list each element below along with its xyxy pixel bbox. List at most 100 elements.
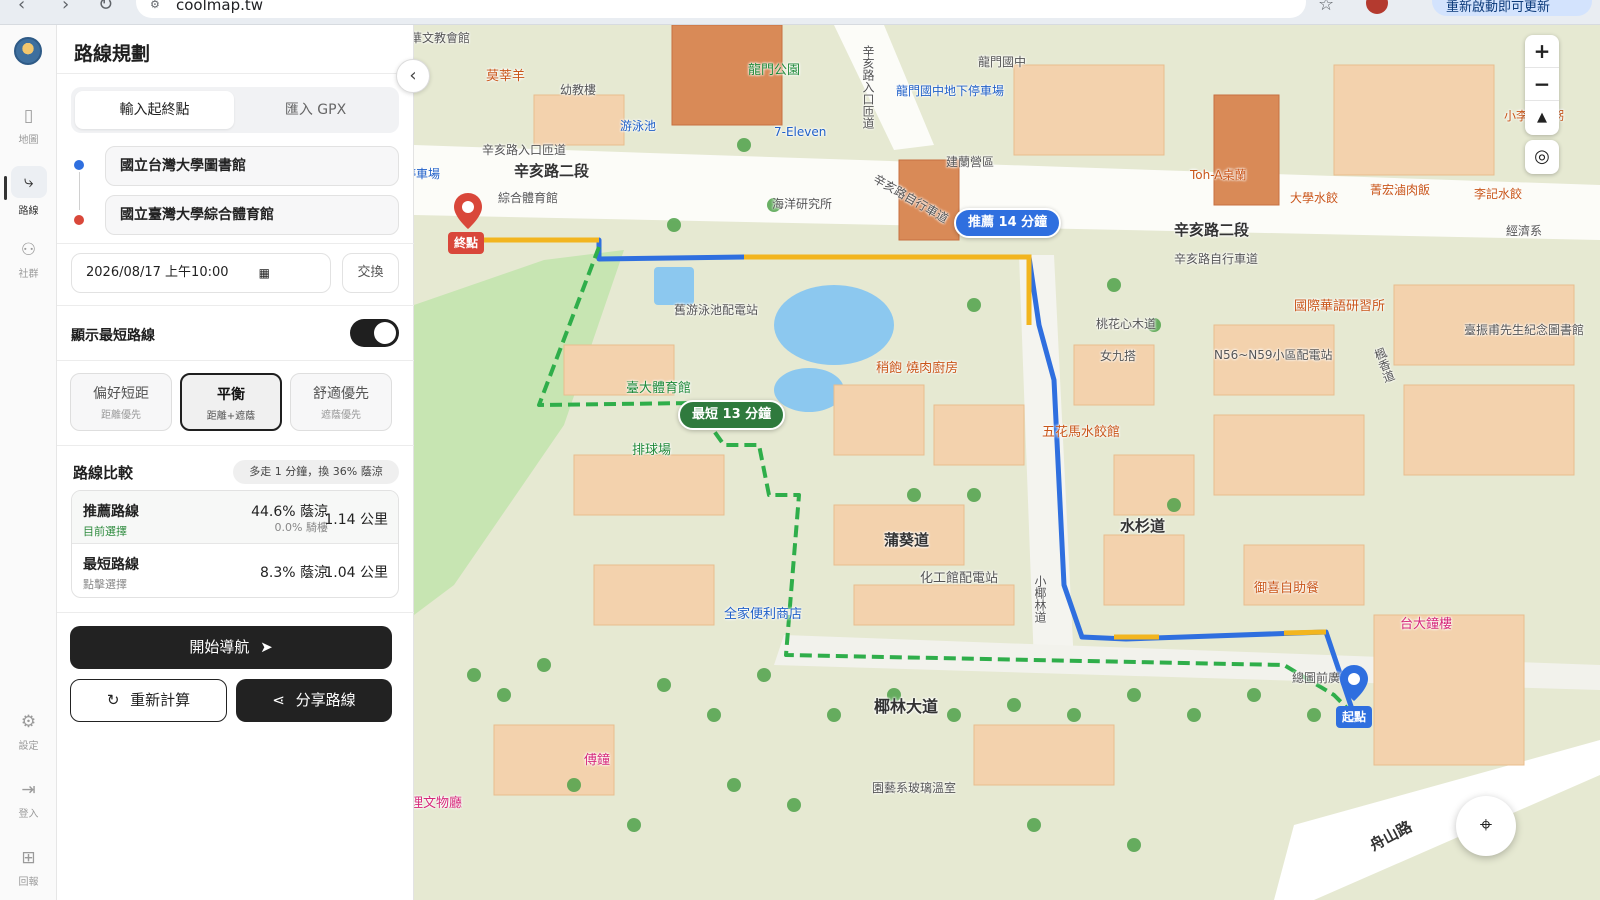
- poi-label[interactable]: 龍門國中: [978, 53, 1026, 70]
- poi-label[interactable]: 全家便利商店: [724, 603, 802, 622]
- app-logo[interactable]: [14, 37, 42, 65]
- compare-row-shortest[interactable]: 最短路線 點擊選擇 8.3% 蔭涼 1.04 公里: [72, 544, 398, 597]
- update-button[interactable]: 重新啟動即可更新: [1432, 0, 1592, 16]
- datetime-field[interactable]: 2026/08/17 上午10:00 ▦: [71, 253, 331, 293]
- rail-item-feedback[interactable]: ⊞ 回報: [0, 847, 57, 888]
- location-pin-button[interactable]: ⌖: [1456, 796, 1516, 856]
- poi-label[interactable]: N56~N59小區配電站: [1214, 346, 1333, 363]
- site-info-icon[interactable]: ⚙: [150, 0, 160, 11]
- poi-label[interactable]: 游泳池: [620, 117, 656, 134]
- map-canvas[interactable]: 華文教會館 莫莘羊 幼教樓 龍門公園 龍門國中 龍門國中地下停車場 辛亥路入口匝…: [414, 25, 1600, 900]
- rail-item-map[interactable]: ▯ 地圖: [0, 105, 57, 146]
- poi-label[interactable]: 傅鐘: [584, 749, 610, 768]
- connector-line: [79, 172, 80, 210]
- recommended-route-pill[interactable]: 推薦 14 分鐘: [954, 208, 1062, 238]
- divider: [57, 360, 414, 361]
- divider: [57, 73, 414, 74]
- origin-field[interactable]: 國立台灣大學圖書館: [105, 146, 399, 186]
- end-pin-icon[interactable]: [454, 193, 482, 229]
- shortest-route-toggle[interactable]: [350, 319, 399, 347]
- poi-label[interactable]: 五花馬水餃館: [1042, 421, 1120, 440]
- poi-label[interactable]: 綜合體育館: [498, 189, 558, 206]
- shortest-route-pill[interactable]: 最短 13 分鐘: [678, 400, 786, 430]
- poi-label[interactable]: 大學水餃: [1290, 189, 1338, 206]
- poi-label[interactable]: 化工館配電站: [920, 567, 998, 586]
- route-name: 推薦路線: [83, 504, 139, 520]
- building: [593, 564, 715, 626]
- poi-label[interactable]: 御喜自助餐: [1254, 577, 1319, 596]
- road-label: 小椰林道: [1033, 575, 1047, 623]
- poi-label[interactable]: Toh-A桌蘭: [1190, 166, 1247, 183]
- shortest-toggle-label: 顯示最短路線: [71, 328, 155, 344]
- address-bar[interactable]: ⚙ coolmap.tw: [136, 0, 1306, 18]
- start-navigation-button[interactable]: 開始導航 ➤: [70, 626, 392, 669]
- tab-import-gpx[interactable]: 匯入 GPX: [236, 91, 395, 129]
- road-label: 辛亥路二段: [514, 162, 590, 180]
- road-label: 辛亥路自行車道: [1174, 252, 1259, 266]
- poi-label[interactable]: 經濟系: [1506, 222, 1542, 239]
- mode-balanced[interactable]: 平衡 距離+遮蔭: [180, 373, 282, 431]
- rail-item-community[interactable]: ⚇ 社群: [0, 239, 57, 280]
- poi-label[interactable]: 女九搭: [1100, 347, 1136, 364]
- share-icon: ⋖: [272, 691, 285, 709]
- poi-label[interactable]: 台大鐘樓: [1400, 613, 1452, 632]
- poi-label[interactable]: 排球場: [632, 439, 671, 458]
- poi-label[interactable]: 菁宏滷肉飯: [1370, 181, 1430, 198]
- poi-label[interactable]: 7-Eleven: [774, 125, 826, 139]
- destination-dot: [74, 215, 84, 225]
- gear-icon: ⚙: [20, 712, 37, 732]
- swap-button[interactable]: 交換: [342, 253, 399, 293]
- poi-label[interactable]: 建蘭營區: [946, 153, 994, 170]
- poi-label[interactable]: 莫莘羊: [486, 65, 525, 84]
- poi-label[interactable]: 龍門公園: [748, 59, 800, 78]
- reload-icon[interactable]: ↻: [98, 0, 113, 15]
- poi-label[interactable]: 舊游泳池配電站: [674, 301, 758, 318]
- rail-item-settings[interactable]: ⚙ 設定: [0, 711, 57, 752]
- start-pin-icon[interactable]: [1340, 665, 1368, 701]
- poi-label[interactable]: 幼教樓: [560, 81, 596, 98]
- zoom-out-button[interactable]: −: [1525, 68, 1559, 101]
- profile-avatar[interactable]: [1366, 0, 1388, 14]
- poi-label[interactable]: 理文物廳: [414, 792, 462, 811]
- bookmark-star-icon[interactable]: ☆: [1318, 0, 1334, 15]
- poi-label[interactable]: 海洋研究所: [772, 195, 832, 212]
- poi-label[interactable]: 停車場: [414, 165, 440, 182]
- community-icon: ⚇: [20, 240, 37, 260]
- mode-short-distance[interactable]: 偏好短距 距離優先: [70, 373, 172, 431]
- poi-label[interactable]: 華文教會館: [414, 29, 470, 46]
- building: [1113, 454, 1195, 516]
- collapse-panel-button[interactable]: ‹: [396, 59, 430, 93]
- divider: [57, 305, 414, 306]
- share-route-button[interactable]: ⋖ 分享路線: [236, 679, 392, 722]
- browser-toolbar: ‹ › ↻ ⚙ coolmap.tw ☆ 重新啟動即可更新: [0, 0, 1600, 25]
- recalculate-button[interactable]: ↻ 重新計算: [70, 679, 227, 722]
- compare-table: 推薦路線 目前選擇 44.6% 蔭涼 0.0% 騎樓 1.14 公里 最短路線 …: [71, 490, 399, 598]
- compass-button[interactable]: ▲: [1525, 101, 1559, 134]
- poi-label[interactable]: 稍飽 燒肉廚房: [876, 357, 958, 376]
- rail-item-login[interactable]: ⇥ 登入: [0, 779, 57, 820]
- mode-comfort[interactable]: 舒適優先 遮蔭優先: [290, 373, 392, 431]
- tab-input-points[interactable]: 輸入起終點: [75, 91, 234, 129]
- calendar-icon[interactable]: ▦: [259, 254, 270, 292]
- datetime-value: 2026/08/17 上午10:00: [86, 265, 229, 280]
- building: [973, 724, 1115, 786]
- poi-label[interactable]: 園藝系玻璃溫室: [872, 779, 956, 796]
- poi-label[interactable]: 臺振甫先生紀念圖書館: [1464, 321, 1584, 338]
- start-tag: 起點: [1336, 706, 1373, 728]
- forward-icon[interactable]: ›: [62, 0, 69, 15]
- panel-title: 路線規劃: [74, 43, 151, 65]
- route-distance: 1.04 公里: [324, 565, 388, 581]
- destination-field[interactable]: 國立臺灣大學綜合體育館: [105, 195, 399, 235]
- locate-me-button[interactable]: ◎: [1525, 140, 1559, 174]
- poi-label[interactable]: 龍門國中地下停車場: [896, 82, 1004, 99]
- poi-label[interactable]: 國際華語研習所: [1294, 295, 1385, 314]
- back-icon[interactable]: ‹: [18, 0, 25, 15]
- rail-item-route[interactable]: ⤷ 路線: [0, 166, 57, 217]
- poi-label[interactable]: 臺大體育館: [626, 377, 691, 396]
- poi-label[interactable]: 李記水餃: [1474, 185, 1522, 202]
- compare-badge: 多走 1 分鐘，換 36% 蔭涼: [233, 460, 399, 484]
- compare-row-recommended[interactable]: 推薦路線 目前選擇 44.6% 蔭涼 0.0% 騎樓 1.14 公里: [72, 491, 398, 544]
- lake: [774, 285, 894, 365]
- rail-label: 設定: [18, 741, 39, 752]
- zoom-in-button[interactable]: +: [1525, 35, 1559, 68]
